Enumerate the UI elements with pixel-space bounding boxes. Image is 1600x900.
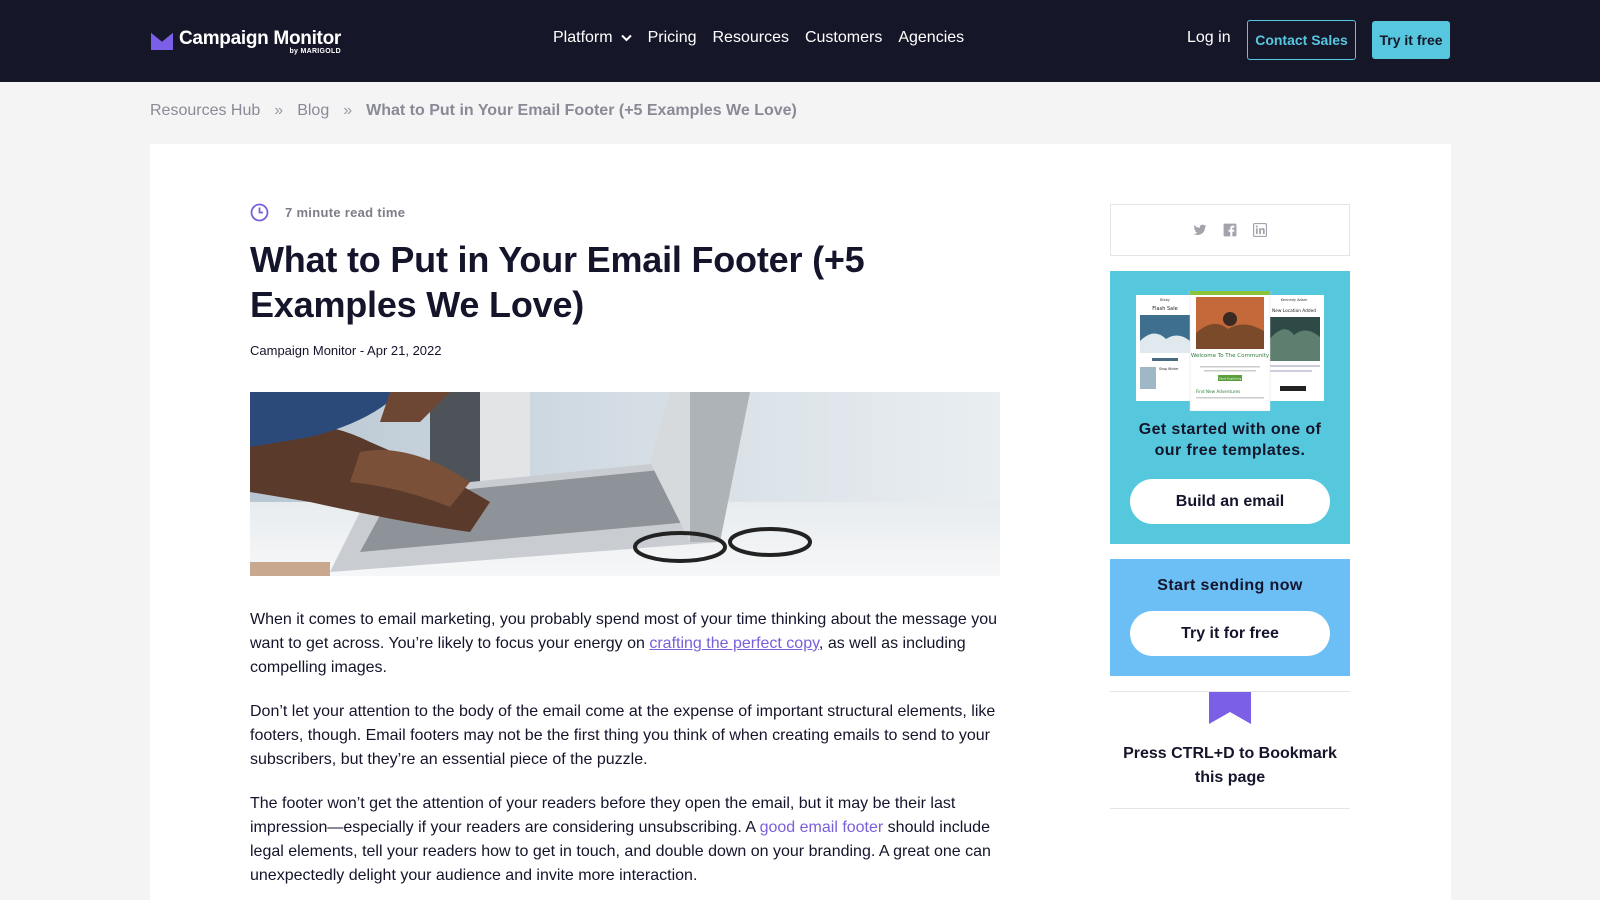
breadcrumb-blog[interactable]: Blog (297, 102, 329, 120)
templates-promo-text: Get started with one of our free templat… (1138, 421, 1322, 459)
login-link[interactable]: Log in (1187, 29, 1231, 47)
nav-platform[interactable]: Platform (553, 29, 632, 47)
share-bar (1110, 204, 1350, 256)
start-sending-text: Start sending now (1157, 577, 1303, 594)
try-it-for-free-button[interactable]: Try it for free (1130, 611, 1330, 656)
read-time-text: 7 minute read time (285, 205, 406, 220)
breadcrumb-current: What to Put in Your Email Footer (+5 Exa… (366, 102, 797, 119)
contact-sales-button[interactable]: Contact Sales (1247, 20, 1356, 60)
bookmark-ribbon-icon (1209, 692, 1251, 724)
clock-icon (250, 203, 269, 222)
facebook-icon[interactable] (1223, 223, 1237, 237)
hero-image-laptop (250, 392, 1000, 576)
free-templates-card: Bixby Flash Sale Shop Winter Kennedy Ada… (1110, 271, 1350, 544)
article-paragraph: When it comes to email marketing, you pr… (250, 611, 998, 676)
start-sending-card: Start sending now Try it for free (1110, 559, 1350, 676)
email-templates-preview: Bixby Flash Sale Shop Winter Kennedy Ada… (1136, 291, 1324, 411)
breadcrumb: Resources Hub » Blog » What to Put in Yo… (150, 102, 797, 120)
svg-text:Bixby: Bixby (1160, 298, 1170, 302)
breadcrumb-separator: » (274, 102, 284, 119)
svg-text:Shop Winter: Shop Winter (1159, 367, 1179, 371)
article-byline: Campaign Monitor - Apr 21, 2022 (250, 343, 442, 358)
bookmark-prompt: Press CTRL+D to Bookmark this page (1110, 691, 1350, 809)
main-nav: Platform Pricing Resources Customers Age… (553, 29, 980, 47)
campaign-monitor-logo[interactable]: Campaign Monitor by MARIGOLD (151, 28, 341, 58)
svg-text:Welcome To The Community: Welcome To The Community (1191, 353, 1270, 359)
build-an-email-button[interactable]: Build an email (1130, 479, 1330, 524)
svg-text:Kennedy Adam: Kennedy Adam (1281, 298, 1308, 302)
good-email-footer-link[interactable]: good email footer (760, 819, 884, 836)
nav-customers[interactable]: Customers (805, 29, 882, 47)
top-navigation: Campaign Monitor by MARIGOLD Platform Pr… (0, 0, 1600, 82)
envelope-logo-icon (151, 32, 173, 50)
twitter-icon[interactable] (1193, 223, 1207, 237)
breadcrumb-separator: » (343, 102, 353, 119)
logo-wordmark: Campaign Monitor (179, 28, 341, 49)
article-paragraph: Don’t let your attention to the body of … (250, 703, 996, 768)
nav-pricing[interactable]: Pricing (648, 29, 697, 47)
bookmark-text: Press CTRL+D to Bookmark this page (1123, 745, 1337, 786)
logo-byline: by MARIGOLD (289, 48, 341, 55)
svg-text:Start Exploring: Start Exploring (1219, 377, 1241, 381)
svg-text:New Location Added: New Location Added (1272, 308, 1316, 314)
svg-text:Find New Adventures: Find New Adventures (1196, 389, 1240, 394)
linkedin-icon[interactable] (1253, 223, 1267, 237)
nav-agencies[interactable]: Agencies (898, 29, 964, 47)
svg-text:Flash Sale: Flash Sale (1152, 306, 1177, 312)
crafting-copy-link[interactable]: crafting the perfect copy (649, 635, 819, 652)
nav-resources[interactable]: Resources (712, 29, 788, 47)
try-it-free-button[interactable]: Try it free (1372, 21, 1450, 59)
read-time: 7 minute read time (250, 203, 405, 222)
breadcrumb-resources-hub[interactable]: Resources Hub (150, 102, 260, 120)
article-paragraph: The footer won’t get the attention of yo… (250, 795, 991, 884)
article-title: What to Put in Your Email Footer (+5 Exa… (250, 239, 865, 325)
chevron-down-icon (620, 34, 632, 42)
